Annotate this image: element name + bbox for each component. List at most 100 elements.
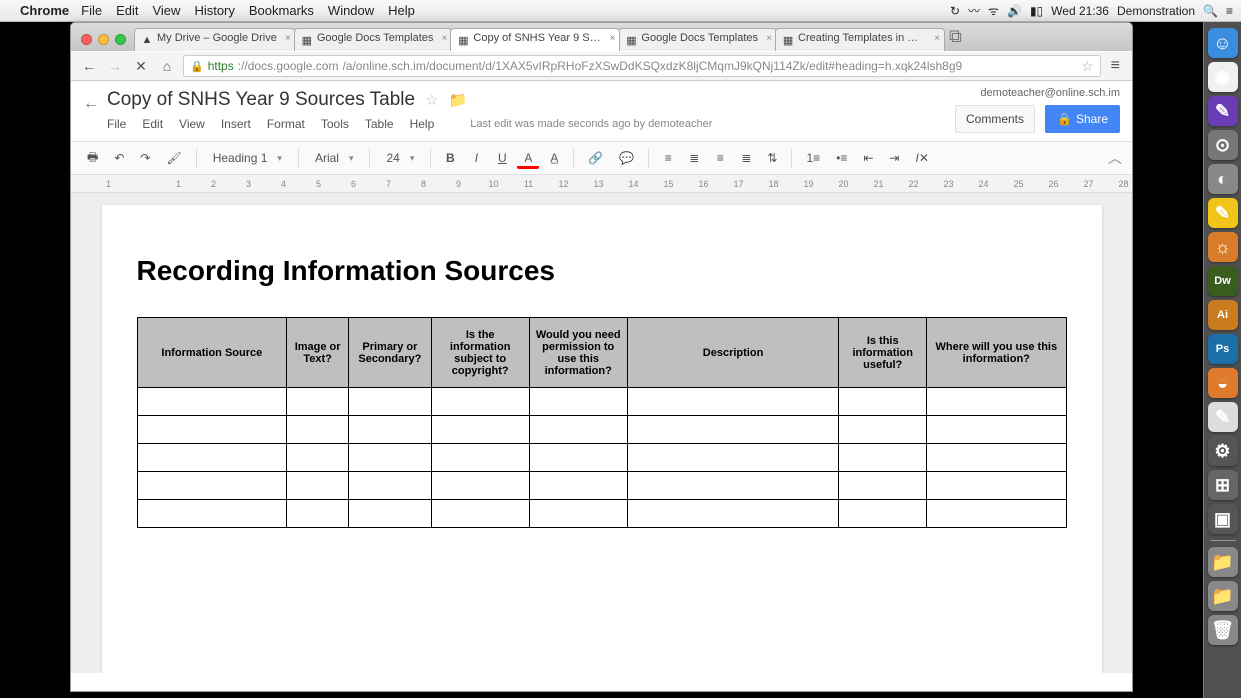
dock-app-chrome[interactable]: ◉	[1208, 62, 1238, 92]
table-cell[interactable]	[349, 444, 432, 472]
table-cell[interactable]	[287, 444, 349, 472]
mac-menu-help[interactable]: Help	[388, 3, 415, 18]
tab-close-icon[interactable]: ×	[934, 33, 940, 44]
user-name[interactable]: Demonstration	[1117, 4, 1195, 18]
print-button[interactable]: 🖶	[81, 144, 104, 173]
dock-app-dreamweaver[interactable]: Dw	[1208, 266, 1238, 296]
table-cell[interactable]	[529, 388, 627, 416]
table-cell[interactable]	[349, 500, 432, 528]
minimize-window-button[interactable]	[98, 34, 109, 45]
dock-app-notes[interactable]: ✎	[1208, 198, 1238, 228]
table-cell[interactable]	[349, 472, 432, 500]
table-header[interactable]: Image or Text?	[287, 318, 349, 388]
document-canvas[interactable]: Recording Information Sources Informatio…	[71, 193, 1132, 673]
close-window-button[interactable]	[81, 34, 92, 45]
table-cell[interactable]	[287, 472, 349, 500]
table-cell[interactable]	[529, 500, 627, 528]
waveform-icon[interactable]: 〰	[968, 2, 980, 19]
clock[interactable]: Wed 21:36	[1051, 4, 1109, 18]
table-cell[interactable]	[431, 388, 529, 416]
back-button[interactable]: ←	[79, 58, 99, 74]
table-row[interactable]	[137, 416, 1066, 444]
share-button[interactable]: 🔒 Share	[1045, 105, 1120, 133]
paint-format-button[interactable]: 🖌	[160, 147, 187, 169]
table-cell[interactable]	[529, 416, 627, 444]
folder-icon[interactable]: 📁	[449, 91, 468, 109]
chrome-menu-button[interactable]: ≡	[1107, 57, 1124, 75]
table-header[interactable]: Information Source	[137, 318, 287, 388]
bulleted-list-button[interactable]: •≡	[830, 147, 853, 169]
docs-menu-view[interactable]: View	[179, 117, 205, 131]
browser-tab[interactable]: ▦Creating Templates in Goog×	[775, 28, 945, 51]
table-header[interactable]: Is the information subject to copyright?	[431, 318, 529, 388]
mac-menu-file[interactable]: File	[81, 3, 102, 18]
bold-button[interactable]: B	[439, 147, 461, 169]
table-cell[interactable]	[927, 472, 1066, 500]
table-cell[interactable]	[529, 472, 627, 500]
menu-icon[interactable]: ≡	[1226, 4, 1233, 18]
undo-button[interactable]: ↶	[108, 147, 130, 169]
document-title[interactable]: Copy of SNHS Year 9 Sources Table	[107, 89, 415, 111]
table-cell[interactable]	[627, 416, 839, 444]
table-cell[interactable]	[627, 472, 839, 500]
table-cell[interactable]	[627, 444, 839, 472]
align-center-button[interactable]: ≣	[683, 147, 705, 169]
dock-stack-trash[interactable]: 🗑	[1208, 615, 1238, 645]
table-header[interactable]: Where will you use this information?	[927, 318, 1066, 388]
sync-icon[interactable]: ↻	[950, 4, 960, 18]
tab-close-icon[interactable]: ×	[285, 33, 291, 44]
browser-tab[interactable]: ▦Google Docs Templates×	[294, 28, 453, 51]
bookmark-star-icon[interactable]: ☆	[1081, 58, 1094, 75]
table-cell[interactable]	[839, 472, 927, 500]
align-left-button[interactable]: ≡	[657, 147, 679, 169]
outdent-button[interactable]: ⇤	[857, 147, 879, 169]
spotlight-icon[interactable]: 🔍	[1203, 4, 1218, 18]
dock-app-illustrator[interactable]: Ai	[1208, 300, 1238, 330]
volume-icon[interactable]: 🔊	[1007, 4, 1022, 18]
table-cell[interactable]	[529, 444, 627, 472]
browser-tab[interactable]: ▦Copy of SNHS Year 9 Sourc×	[450, 28, 620, 51]
browser-tab[interactable]: ▲My Drive – Google Drive×	[134, 28, 296, 51]
document-page[interactable]: Recording Information Sources Informatio…	[102, 205, 1102, 673]
table-cell[interactable]	[137, 472, 287, 500]
indent-button[interactable]: ⇥	[883, 147, 905, 169]
dock-app-blender[interactable]: ◒	[1208, 368, 1238, 398]
dock-stack-documents[interactable]: 📁	[1208, 581, 1238, 611]
table-cell[interactable]	[839, 388, 927, 416]
table-cell[interactable]	[287, 500, 349, 528]
line-spacing-button[interactable]: ⇅	[761, 147, 783, 169]
table-cell[interactable]	[627, 388, 839, 416]
clear-format-button[interactable]: I✕	[909, 147, 934, 169]
mac-menu-window[interactable]: Window	[328, 3, 374, 18]
sources-table[interactable]: Information SourceImage or Text?Primary …	[137, 317, 1067, 528]
comment-button[interactable]: 💬	[613, 147, 640, 169]
table-cell[interactable]	[627, 500, 839, 528]
font-dropdown[interactable]: Arial	[307, 147, 362, 169]
user-email[interactable]: demoteacher@online.sch.im	[980, 87, 1120, 99]
mac-menu-edit[interactable]: Edit	[116, 3, 138, 18]
dock-app-paper[interactable]: ✎	[1208, 402, 1238, 432]
mac-menu-view[interactable]: View	[152, 3, 180, 18]
table-cell[interactable]	[349, 416, 432, 444]
table-cell[interactable]	[431, 444, 529, 472]
dock-app-app-gray2[interactable]: ◐	[1208, 164, 1238, 194]
url-input[interactable]: 🔒 https ://docs.google.com /a/online.sch…	[183, 55, 1101, 77]
table-cell[interactable]	[287, 416, 349, 444]
document-heading[interactable]: Recording Information Sources	[137, 255, 1067, 287]
table-row[interactable]	[137, 444, 1066, 472]
numbered-list-button[interactable]: 1≡	[800, 147, 826, 169]
wifi-icon[interactable]: ᯤ	[988, 2, 999, 19]
docs-menu-format[interactable]: Format	[267, 117, 305, 131]
dock-app-utility[interactable]: ⚙	[1208, 436, 1238, 466]
stop-button[interactable]: ✕	[131, 58, 151, 75]
table-cell[interactable]	[927, 500, 1066, 528]
docs-menu-file[interactable]: File	[107, 117, 126, 131]
table-header[interactable]: Description	[627, 318, 839, 388]
table-cell[interactable]	[927, 416, 1066, 444]
text-color-button[interactable]: A	[517, 147, 539, 169]
browser-tab[interactable]: ▦Google Docs Templates×	[618, 28, 777, 51]
table-cell[interactable]	[287, 388, 349, 416]
table-cell[interactable]	[137, 388, 287, 416]
dock-app-app-gray1[interactable]: ⊙	[1208, 130, 1238, 160]
tab-close-icon[interactable]: ×	[610, 33, 616, 44]
